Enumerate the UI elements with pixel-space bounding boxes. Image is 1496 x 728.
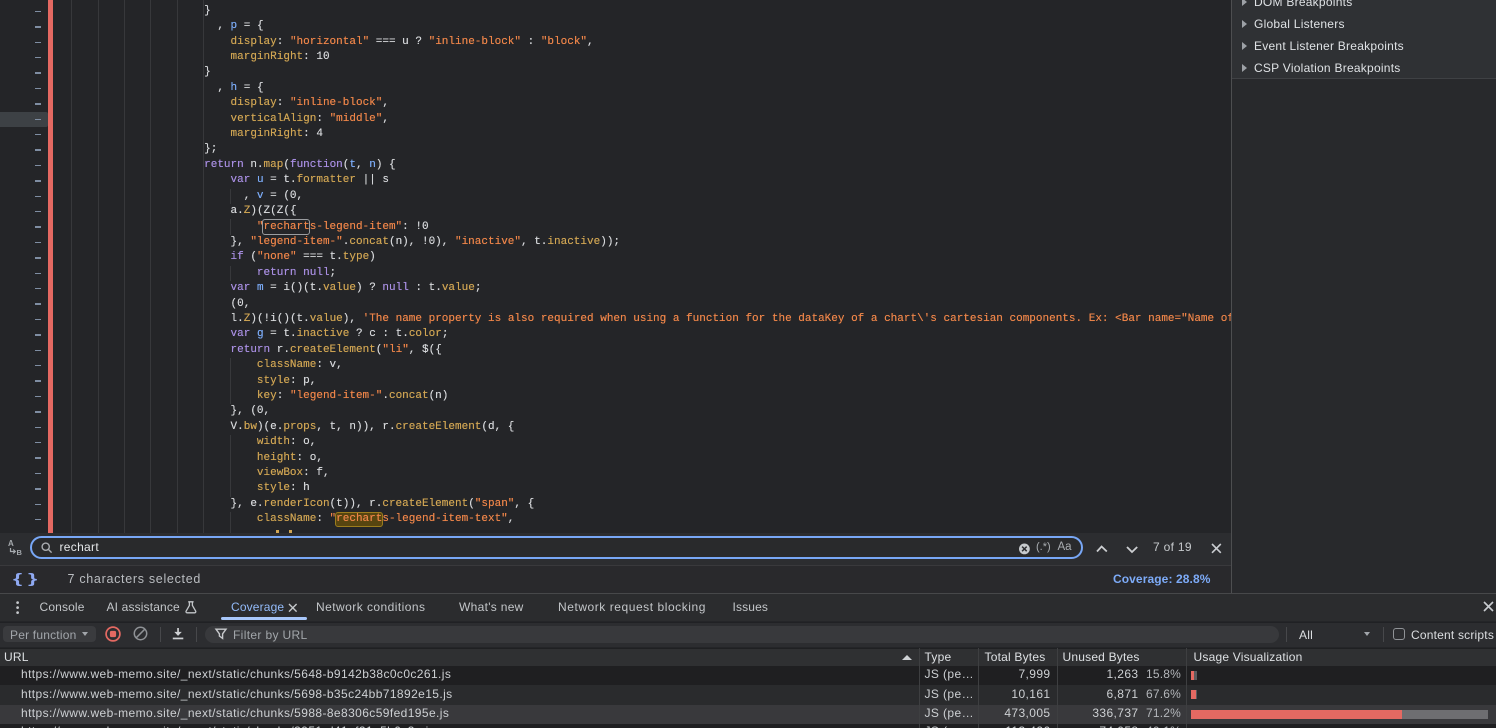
svg-text:A: A — [8, 539, 14, 548]
svg-text:B: B — [17, 548, 23, 557]
